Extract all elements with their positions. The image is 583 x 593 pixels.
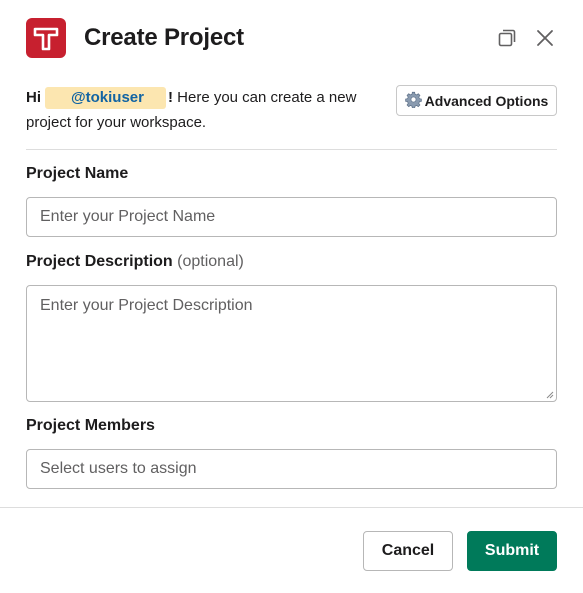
project-name-label: Project Name xyxy=(26,165,129,182)
footer-divider xyxy=(0,507,583,508)
user-mention[interactable]: @tokiuser xyxy=(45,87,166,109)
project-members-select[interactable]: Select users to assign xyxy=(26,449,557,489)
advanced-options-label: Advanced Options xyxy=(424,92,549,109)
project-members-label: Project Members xyxy=(26,417,155,434)
project-name-input[interactable]: Enter your Project Name xyxy=(26,197,557,237)
project-description-label-row: Project Description (optional) xyxy=(26,253,244,271)
project-members-placeholder: Select users to assign xyxy=(40,460,197,477)
advanced-options-button[interactable]: Advanced Options xyxy=(396,85,557,116)
copy-window-icon[interactable] xyxy=(495,26,519,50)
project-description-label: Project Description xyxy=(26,253,173,270)
project-name-placeholder: Enter your Project Name xyxy=(40,208,216,225)
submit-button[interactable]: Submit xyxy=(467,531,557,571)
close-icon[interactable] xyxy=(533,26,557,50)
intro-divider xyxy=(26,149,557,150)
project-description-placeholder: Enter your Project Description xyxy=(40,297,253,314)
header-actions xyxy=(495,26,557,50)
resize-handle-icon[interactable] xyxy=(546,391,554,399)
modal-header: Create Project xyxy=(26,17,557,58)
gear-icon xyxy=(404,91,422,111)
intro-text: Hi @tokiuser! Here you can create a new p… xyxy=(26,85,366,135)
project-description-textarea[interactable]: Enter your Project Description xyxy=(26,285,557,402)
modal-title: Create Project xyxy=(84,23,244,51)
cancel-button[interactable]: Cancel xyxy=(363,531,453,571)
create-project-modal: Create Project Hi @tokiuser! Here you can… xyxy=(0,0,583,593)
tokiu-t-logo-icon xyxy=(26,17,66,58)
optional-hint: (optional) xyxy=(177,253,244,270)
greeting: Hi xyxy=(26,89,41,106)
